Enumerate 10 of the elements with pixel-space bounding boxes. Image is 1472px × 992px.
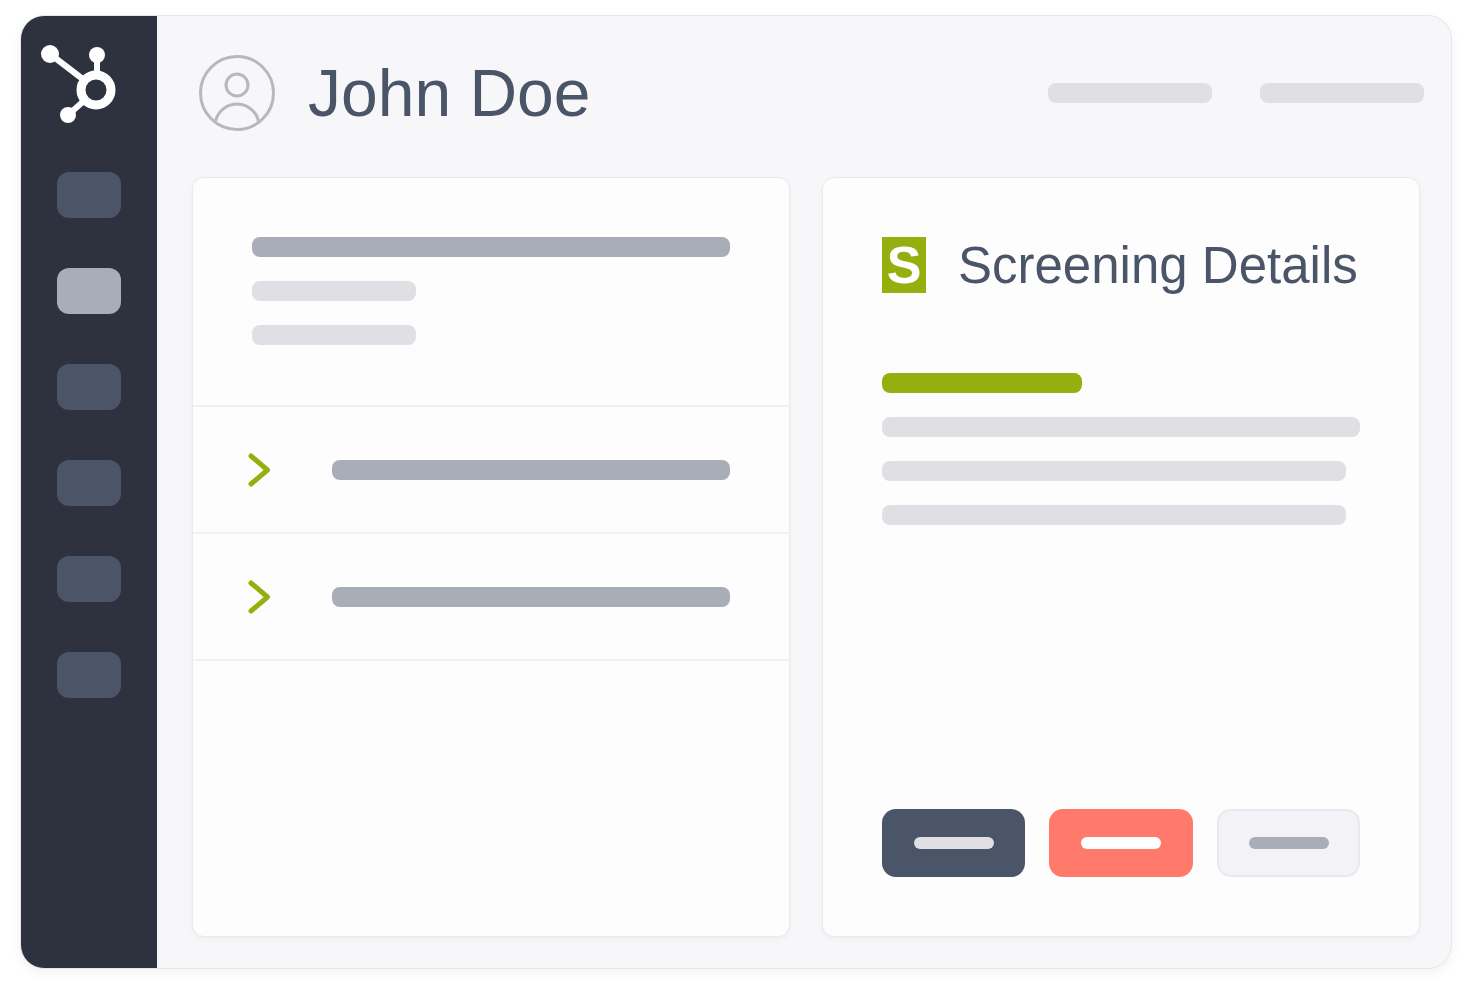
chevron-right-icon[interactable] bbox=[248, 579, 272, 614]
avatar-icon bbox=[198, 54, 276, 132]
secondary-button[interactable] bbox=[1217, 809, 1360, 877]
nav-item[interactable] bbox=[57, 268, 121, 314]
danger-button[interactable] bbox=[1049, 809, 1193, 877]
contact-name: John Doe bbox=[308, 60, 591, 126]
brand-logo: S bbox=[882, 237, 926, 293]
sprocket-logo-icon[interactable] bbox=[40, 45, 118, 125]
primary-button[interactable] bbox=[882, 809, 1025, 877]
chevron-right-icon[interactable] bbox=[248, 452, 272, 487]
